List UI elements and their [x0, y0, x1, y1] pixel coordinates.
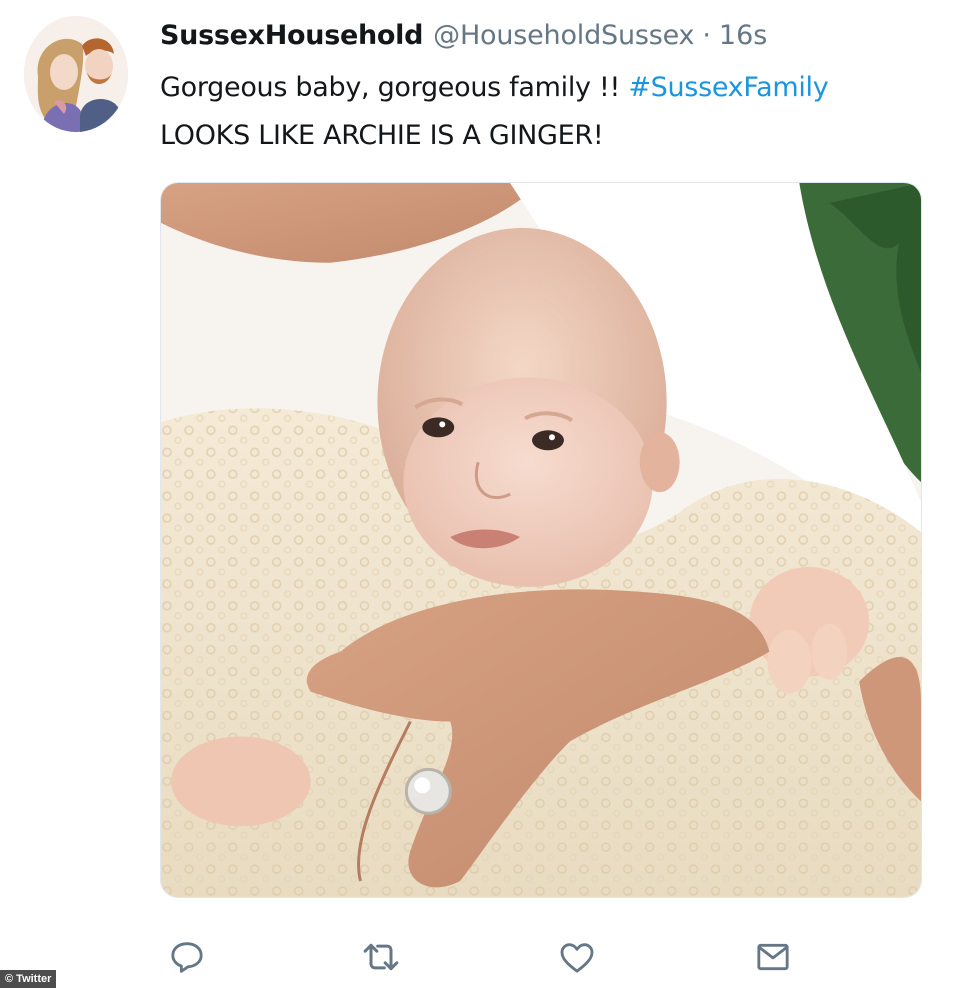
tweet-text-part: Gorgeous baby, gorgeous family !! [160, 72, 629, 103]
hashtag-link[interactable]: #SussexFamily [628, 72, 828, 103]
retweet-button[interactable] [356, 932, 406, 982]
tweet-text: Gorgeous baby, gorgeous family !! #Susse… [160, 64, 829, 160]
tweet-header: SussexHousehold @HouseholdSussex · 16s [160, 16, 767, 56]
tweet-actions [160, 932, 800, 982]
twitter-credit: © Twitter [0, 970, 57, 988]
timestamp[interactable]: 16s [719, 16, 767, 56]
tweet-text-line-2: LOOKS LIKE ARCHIE IS A GINGER! [160, 120, 604, 151]
envelope-icon [757, 943, 789, 971]
baby-photo-image [161, 183, 921, 897]
reply-button[interactable] [162, 932, 212, 982]
like-button[interactable] [552, 932, 602, 982]
avatar[interactable] [24, 16, 128, 132]
tweet-media-photo[interactable] [160, 182, 922, 898]
profile-illustration-icon [24, 16, 128, 132]
separator-dot: · [702, 20, 711, 51]
direct-message-button[interactable] [748, 932, 798, 982]
retweet-icon [363, 943, 399, 971]
user-handle[interactable]: @HouseholdSussex [433, 16, 694, 56]
tweet: SussexHousehold @HouseholdSussex · 16s G… [0, 0, 962, 988]
like-icon [560, 943, 594, 973]
display-name[interactable]: SussexHousehold [160, 16, 423, 56]
reply-icon [171, 942, 203, 973]
tweet-text-line-1: Gorgeous baby, gorgeous family !! #Susse… [160, 64, 829, 112]
